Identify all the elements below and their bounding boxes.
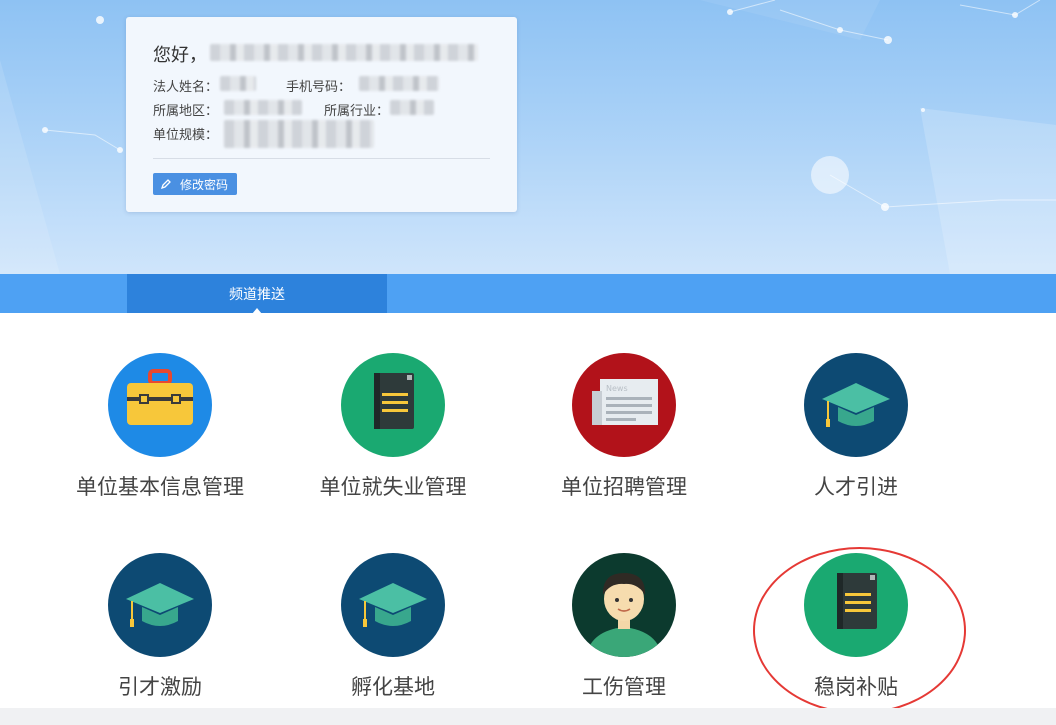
phone-label: 手机号码：: [286, 80, 352, 95]
channel-label: 稳岗补贴: [814, 675, 898, 699]
change-password-button[interactable]: 修改密码: [153, 173, 237, 195]
scale-label: 单位规模：: [153, 128, 219, 143]
channel-talent-incentive[interactable]: 引才激励: [44, 553, 276, 713]
tab-channel-push-label: 频道推送: [229, 286, 285, 303]
footer-strip: [0, 708, 1056, 725]
channel-job-stabilization-subsidy[interactable]: 稳岗补贴: [740, 553, 972, 713]
channel-label: 单位招聘管理: [561, 475, 687, 499]
channel-work-injury[interactable]: 工伤管理: [508, 553, 740, 713]
legal-person-redacted: [220, 76, 256, 91]
region-label: 所属地区：: [153, 104, 219, 119]
notebook-icon: [804, 553, 908, 657]
briefcase-icon: [108, 353, 212, 457]
legal-person-label: 法人姓名：: [153, 80, 219, 95]
industry-label: 所属行业：: [324, 104, 390, 119]
channel-unit-basic-info[interactable]: 单位基本信息管理: [44, 353, 276, 513]
phone-redacted: [359, 76, 439, 91]
channel-label: 引才激励: [118, 675, 202, 699]
greeting-text: 您好，: [153, 45, 207, 66]
change-password-label: 修改密码: [180, 177, 229, 192]
notebook-icon: [341, 353, 445, 457]
channel-unit-recruitment[interactable]: News 单位招聘管理: [508, 353, 740, 513]
profile-banner: 您好， 法人姓名： 手机号码： 所属地区： 所属行业： 单位规模： 修改密码: [0, 0, 1056, 274]
channel-label: 人才引进: [814, 475, 898, 499]
channel-tab-bar: 频道推送: [0, 274, 1056, 314]
scale-redacted: [224, 120, 374, 148]
graduation-cap-icon: [804, 353, 908, 457]
card-divider: [153, 158, 490, 159]
channel-label: 单位就失业管理: [319, 475, 467, 499]
channel-label: 孵化基地: [351, 675, 435, 699]
graduation-cap-icon: [108, 553, 212, 657]
graduation-cap-icon: [341, 553, 445, 657]
channel-unit-employment[interactable]: 单位就失业管理: [277, 353, 509, 513]
channel-incubation-base[interactable]: 孵化基地: [277, 553, 509, 713]
channel-label: 工伤管理: [582, 675, 666, 699]
channel-grid: 单位基本信息管理 单位就失业管理 News 单位招聘管理 人才引进 引才激励 孵…: [0, 313, 1056, 708]
channel-label: 单位基本信息管理: [76, 475, 244, 499]
industry-redacted: [390, 100, 434, 115]
svg-text:News: News: [606, 384, 628, 393]
region-redacted: [224, 100, 302, 115]
worker-avatar-icon: [572, 553, 676, 657]
company-name-redacted: [210, 44, 478, 61]
channel-talent-introduction[interactable]: 人才引进: [740, 353, 972, 513]
profile-card: 您好， 法人姓名： 手机号码： 所属地区： 所属行业： 单位规模： 修改密码: [126, 17, 517, 212]
pencil-icon: [159, 178, 172, 191]
newspaper-icon: News: [572, 353, 676, 457]
